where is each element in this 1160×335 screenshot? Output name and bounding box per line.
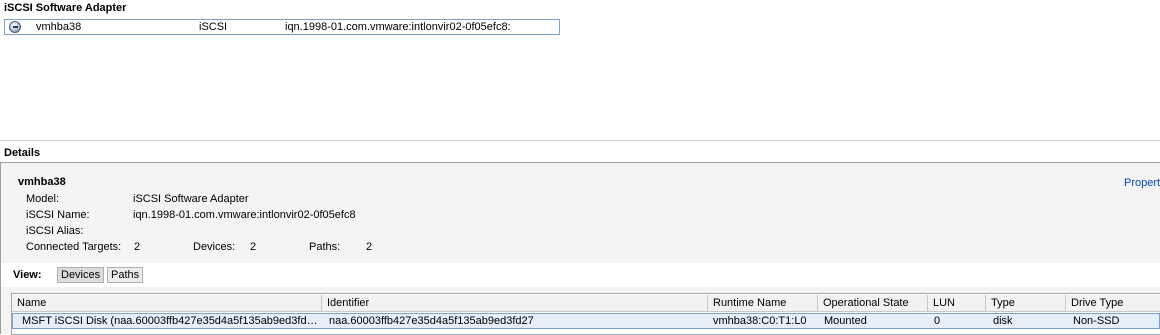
cell-drive-type: Non-SSD <box>1073 315 1120 327</box>
table-header: Name Identifier Runtime Name Operational… <box>12 295 1160 312</box>
cell-runtime-name: vmhba38:C0:T1:L0 <box>713 315 807 327</box>
devices-label: Devices: <box>193 241 236 253</box>
devices-value: 2 <box>250 241 257 253</box>
column-header-identifier[interactable]: Identifier <box>322 295 708 311</box>
cell-operational-state: Mounted <box>824 315 867 327</box>
adapter-list-title: iSCSI Software Adapter <box>4 2 127 14</box>
adapter-device: vmhba38 <box>36 21 82 33</box>
view-bar: View: Devices Paths <box>1 263 1160 287</box>
view-devices-button[interactable]: Devices <box>57 267 105 283</box>
cell-identifier: naa.60003ffb427e35d4a5f135ab9ed3fd27 <box>329 315 534 327</box>
column-header-runtime-name[interactable]: Runtime Name <box>708 295 818 311</box>
details-adapter-name: vmhba38 <box>18 176 66 188</box>
details-panel: vmhba38 Propert Model: iSCSI Software Ad… <box>0 162 1160 335</box>
devices-table: Name Identifier Runtime Name Operational… <box>11 293 1160 335</box>
model-value: iSCSI Software Adapter <box>133 193 249 205</box>
column-header-lun[interactable]: LUN <box>928 295 986 311</box>
connected-targets-label: Connected Targets: <box>26 241 122 253</box>
details-title: Details <box>4 147 41 159</box>
adapter-type: iSCSI <box>199 21 228 33</box>
iscsi-name-value: iqn.1998-01.com.vmware:intlonvir02-0f05e… <box>133 209 356 221</box>
iscsi-adapter-icon <box>9 21 21 33</box>
column-header-type[interactable]: Type <box>986 295 1066 311</box>
cell-lun: 0 <box>934 315 941 327</box>
view-paths-button[interactable]: Paths <box>107 267 144 283</box>
paths-value: 2 <box>366 241 373 253</box>
model-label: Model: <box>26 193 60 205</box>
adapter-wwn: iqn.1998-01.com.vmware:intlonvir02-0f05e… <box>285 21 511 33</box>
iscsi-alias-label: iSCSI Alias: <box>26 225 84 237</box>
column-header-drive-type[interactable]: Drive Type <box>1066 295 1160 311</box>
cell-name: MSFT iSCSI Disk (naa.60003ffb427e35d4a5f… <box>22 315 318 327</box>
column-header-name[interactable]: Name <box>12 295 322 311</box>
adapter-row-vmhba38[interactable]: vmhba38 iSCSI iqn.1998-01.com.vmware:int… <box>4 19 560 35</box>
pane-divider[interactable] <box>0 140 1160 141</box>
table-row[interactable]: MSFT iSCSI Disk (naa.60003ffb427e35d4a5f… <box>12 313 1160 329</box>
view-label: View: <box>13 269 42 281</box>
column-header-operational-state[interactable]: Operational State <box>818 295 928 311</box>
connected-targets-value: 2 <box>134 241 141 253</box>
cell-type: disk <box>993 315 1013 327</box>
iscsi-name-label: iSCSI Name: <box>26 209 90 221</box>
properties-link[interactable]: Propert <box>1124 177 1160 189</box>
paths-label: Paths: <box>309 241 341 253</box>
